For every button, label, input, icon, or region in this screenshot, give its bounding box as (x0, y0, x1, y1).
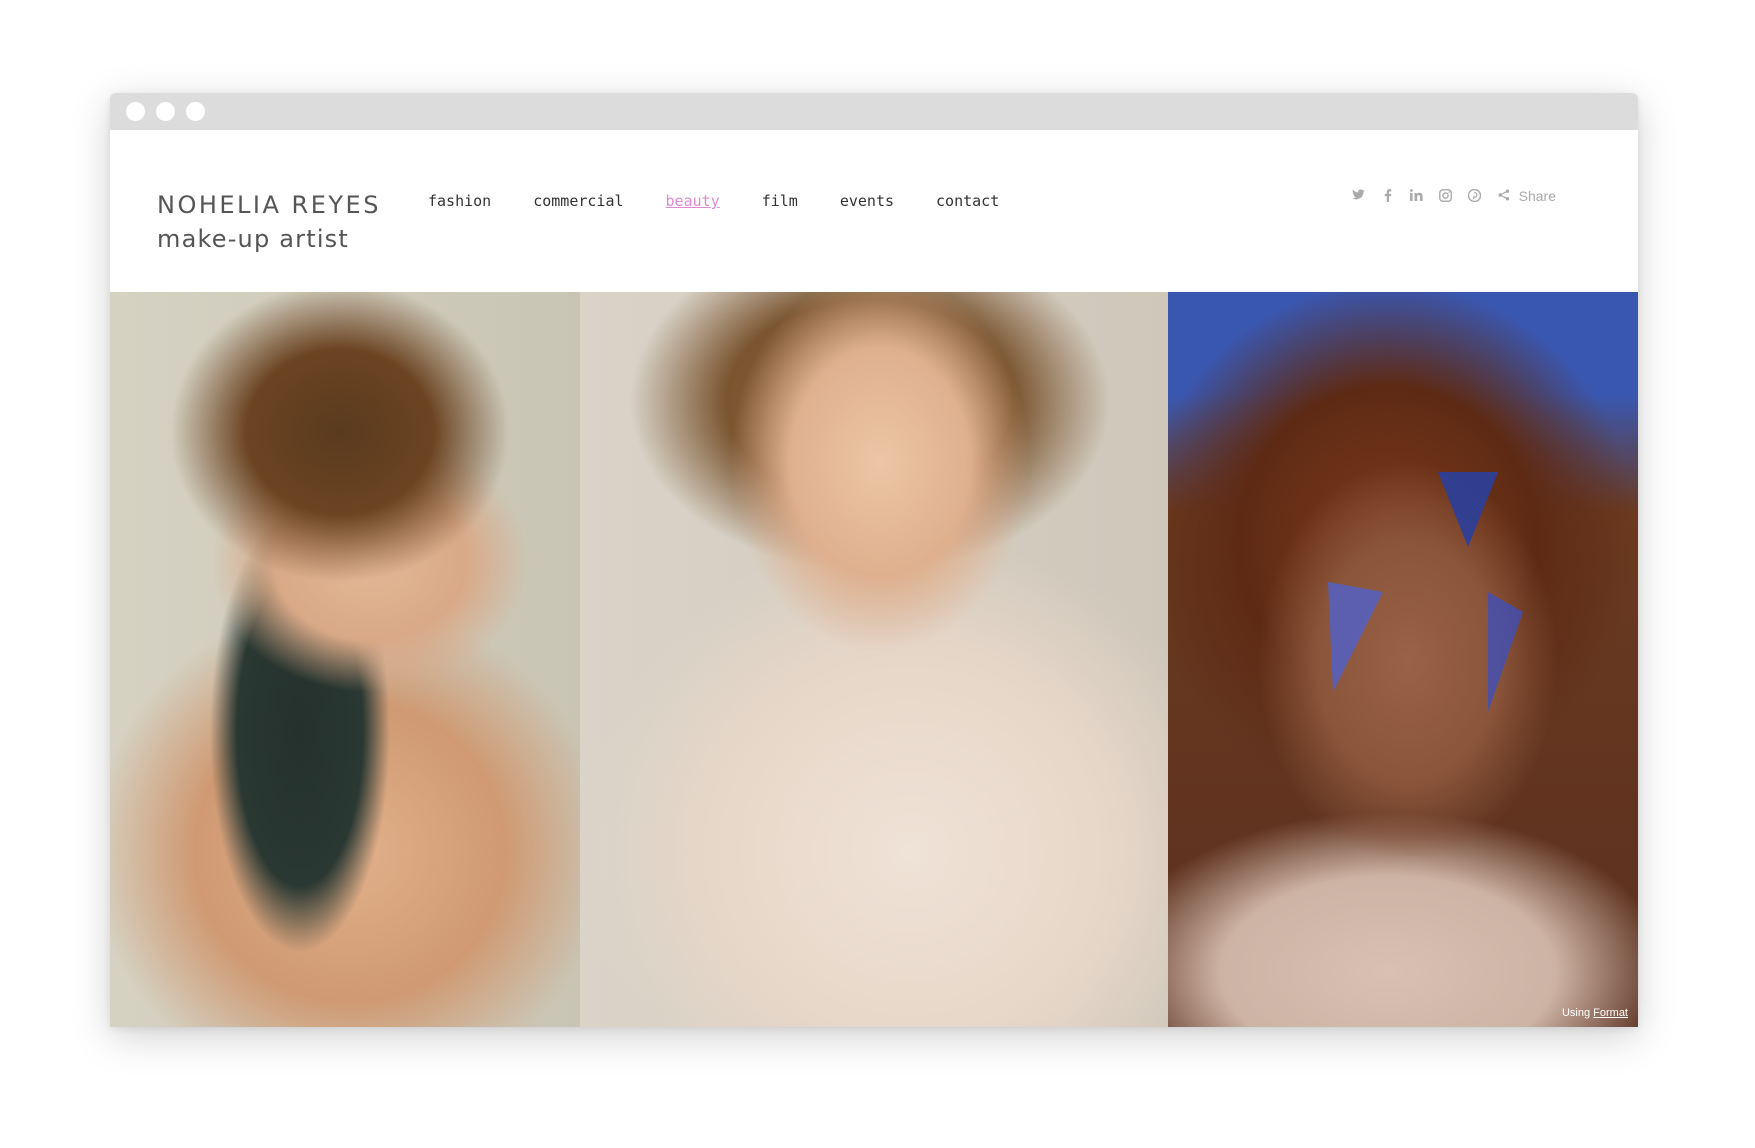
photo-gallery: Using Format (110, 292, 1638, 1027)
share-icon[interactable] (1497, 189, 1511, 203)
nav-item-commercial[interactable]: commercial (533, 192, 623, 210)
window-control-dot[interactable] (156, 102, 175, 121)
brand-role: make-up artist (157, 225, 349, 253)
linkedin-icon[interactable] (1410, 189, 1424, 203)
pinterest-icon[interactable] (1467, 188, 1482, 203)
format-credit: Using Format (1562, 1007, 1628, 1019)
facebook-icon[interactable] (1381, 189, 1395, 203)
photo-woman-curly-hair-face-paint[interactable]: Using Format (1168, 292, 1638, 1027)
nav-item-fashion[interactable]: fashion (428, 192, 491, 210)
credit-using-text: Using (1561, 1007, 1591, 1019)
nav-item-beauty[interactable]: beauty (666, 192, 720, 210)
photo-woman-knit-sweater[interactable] (580, 292, 1168, 1027)
social-links: Share (1337, 188, 1556, 204)
brand-logo[interactable]: NOHELIA REYES make-up artist (157, 188, 381, 256)
main-nav: fashion commercial beauty film events co… (428, 192, 1041, 210)
window-control-dot[interactable] (186, 102, 205, 121)
share-button-label[interactable]: Share (1519, 188, 1556, 204)
instagram-icon[interactable] (1439, 189, 1453, 203)
nav-item-contact[interactable]: contact (936, 192, 999, 210)
nav-item-film[interactable]: film (762, 192, 798, 210)
nav-item-events[interactable]: events (840, 192, 894, 210)
face-paint-stripes (1328, 472, 1523, 712)
browser-titlebar (110, 93, 1638, 130)
window-control-dot[interactable] (126, 102, 145, 121)
site-header: NOHELIA REYES make-up artist fashion com… (110, 130, 1638, 292)
format-link[interactable]: Format (1593, 1007, 1628, 1019)
photo-woman-short-hair[interactable] (110, 292, 580, 1027)
twitter-icon[interactable] (1352, 189, 1366, 203)
browser-window: NOHELIA REYES make-up artist fashion com… (110, 93, 1638, 1027)
brand-name: NOHELIA REYES (157, 191, 381, 219)
